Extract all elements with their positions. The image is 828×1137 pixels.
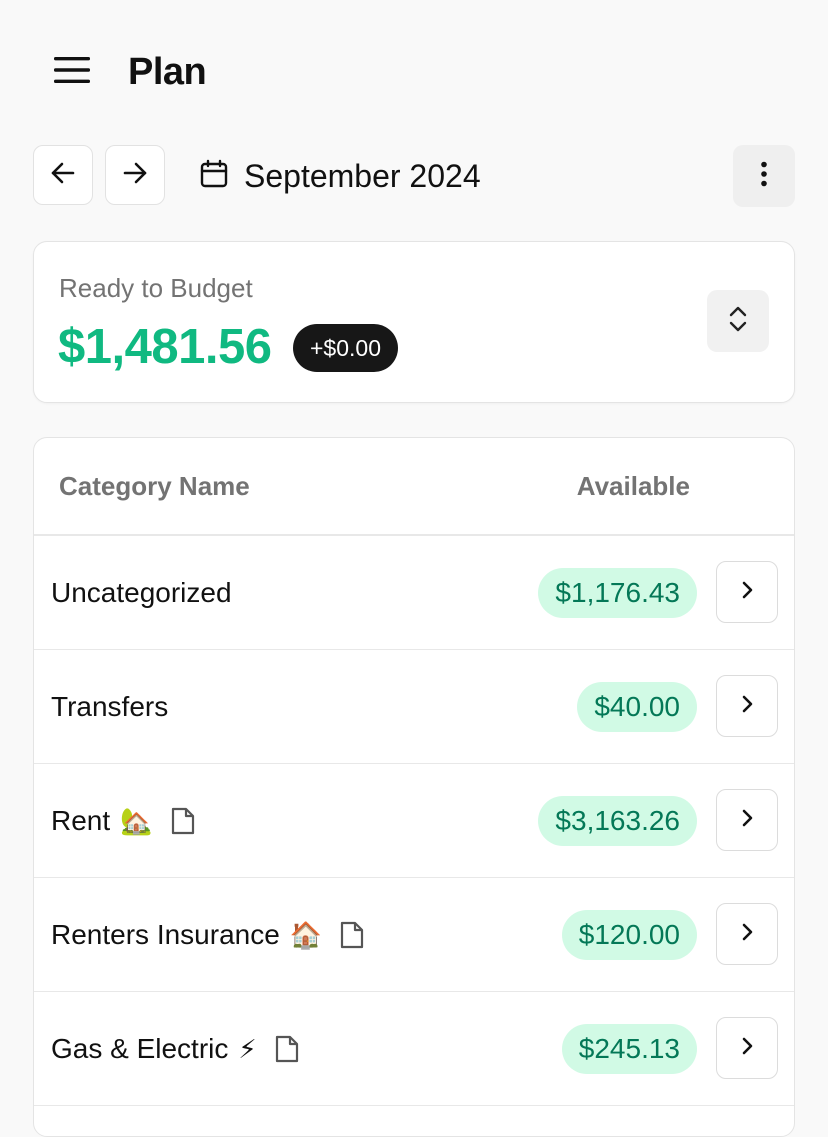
ready-to-budget-card: Ready to Budget $1,481.56 +$0.00: [33, 241, 795, 403]
vertical-ellipsis-icon: [759, 160, 769, 193]
column-header-category-name: Category Name: [59, 471, 250, 501]
category-emoji: 🏠: [289, 919, 323, 950]
chevron-right-icon: [737, 807, 757, 834]
arrow-right-icon: [121, 159, 149, 192]
category-row[interactable]: Gas & Electric ⚡ $245.13: [34, 992, 794, 1106]
category-emoji: 🏡: [120, 805, 153, 836]
note-icon[interactable]: [169, 806, 197, 836]
arrow-left-icon: [49, 159, 77, 192]
category-detail-button[interactable]: [716, 1017, 778, 1079]
ready-to-budget-label: Ready to Budget: [59, 273, 253, 303]
category-name-cell: Transfers: [51, 650, 168, 764]
category-name: Renters Insurance: [51, 919, 280, 950]
category-row[interactable]: Uncategorized $1,176.43: [34, 536, 794, 650]
category-detail-button[interactable]: [716, 561, 778, 623]
available-amount-badge[interactable]: $1,176.43: [538, 568, 697, 618]
category-detail-button[interactable]: [716, 675, 778, 737]
table-header: Category Name Available: [34, 438, 794, 536]
available-amount-badge[interactable]: $40.00: [577, 682, 697, 732]
category-name: Rent: [51, 805, 111, 836]
hamburger-menu-icon: [53, 55, 91, 90]
month-picker[interactable]: September 2024: [198, 150, 481, 202]
available-amount-badge[interactable]: $3,163.26: [538, 796, 697, 846]
budget-delta-badge: +$0.00: [293, 324, 398, 372]
previous-month-button[interactable]: [33, 145, 93, 205]
category-row[interactable]: Transfers $40.00: [34, 650, 794, 764]
category-name-cell: Renters Insurance 🏠: [51, 878, 366, 992]
calendar-icon: [198, 158, 230, 195]
chevron-right-icon: [737, 1035, 757, 1062]
expand-toggle-button[interactable]: [707, 290, 769, 352]
column-header-available: Available: [576, 471, 690, 501]
category-detail-button[interactable]: [716, 903, 778, 965]
category-rows: Uncategorized $1,176.43 Transfers $40.00: [34, 536, 794, 1106]
category-name-cell: Gas & Electric ⚡: [51, 992, 301, 1106]
chevron-up-down-icon: [726, 303, 750, 340]
category-detail-button[interactable]: [716, 789, 778, 851]
category-name: Transfers: [51, 691, 169, 722]
note-icon[interactable]: [273, 1034, 301, 1064]
category-name: Uncategorized: [51, 577, 232, 608]
page-title: Plan: [128, 51, 207, 93]
available-amount-badge[interactable]: $245.13: [561, 1024, 697, 1074]
category-emoji: ⚡: [238, 1033, 257, 1064]
category-table: Category Name Available Uncategorized $1…: [33, 437, 795, 1137]
category-row[interactable]: Rent 🏡 $3,163.26: [34, 764, 794, 878]
category-name: Gas & Electric: [51, 1033, 229, 1064]
chevron-right-icon: [737, 693, 757, 720]
available-amount-badge[interactable]: $120.00: [561, 910, 697, 960]
category-name-cell: Rent 🏡: [51, 764, 197, 878]
current-month-label: September 2024: [244, 158, 481, 194]
chevron-right-icon: [737, 579, 757, 606]
note-icon[interactable]: [338, 920, 366, 950]
category-row[interactable]: Renters Insurance 🏠 $120.00: [34, 878, 794, 992]
more-options-button[interactable]: [733, 145, 795, 207]
next-month-button[interactable]: [105, 145, 165, 205]
chevron-right-icon: [737, 921, 757, 948]
category-name-cell: Uncategorized: [51, 536, 232, 650]
app-header: Plan: [0, 0, 828, 140]
ready-to-budget-amount: $1,481.56: [58, 320, 272, 374]
menu-button[interactable]: [50, 52, 94, 92]
